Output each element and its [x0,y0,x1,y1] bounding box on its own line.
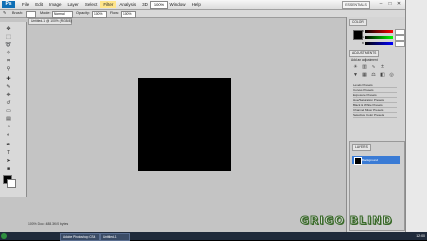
marquee-tool-icon[interactable]: ⬚ [4,34,13,40]
adjustment-icons-row-1: ☀ ▥ ∿ ± [352,65,386,70]
watermark: GRIGO BLIND [300,214,393,228]
red-slider[interactable] [365,30,393,33]
menu-bar: Ps File Edit Image Layer Select Filter A… [0,0,405,10]
canvas[interactable] [138,78,231,171]
screen: Ps File Edit Image Layer Select Filter A… [0,0,427,241]
menu: File Edit Image Layer Select Filter Anal… [19,1,204,8]
brush-label: Brush: [12,11,23,15]
app-logo: Ps [2,1,15,8]
flow-label: Flow: [110,11,120,15]
levels-icon[interactable]: ▥ [361,65,368,70]
vibrance-icon[interactable]: ▼ [352,73,359,78]
window-controls: – □ ✕ [377,1,403,7]
document-tab[interactable]: Untitled-1 @ 100% (RGB/8) [28,18,72,25]
layer-thumbnail [354,157,362,165]
green-slider[interactable] [365,36,393,39]
path-select-tool-icon[interactable]: ➤ [4,158,13,164]
flow-field[interactable]: 100% [121,11,136,18]
menu-image[interactable]: Image [46,1,65,8]
status-bar: 100% Doc: 488.3K/0 bytes [28,222,69,226]
menu-layer[interactable]: Layer [65,1,82,8]
lasso-tool-icon[interactable]: ➰ [4,42,13,48]
mode-label: Mode: [40,11,51,15]
preset-selective-color[interactable]: Selective Color Presets [353,113,397,118]
tab-layers[interactable]: LAYERS [352,144,371,151]
brush-tool-icon[interactable]: ✎ [4,84,13,90]
move-tool-icon[interactable]: ✥ [4,26,13,32]
channel-g-label: G [362,35,365,39]
mode-select[interactable]: Normal [52,11,73,18]
document-window: Untitled-1 @ 100% (RGB/8) 100% Doc: 488.… [28,18,343,226]
start-button[interactable] [1,233,7,239]
brush-tool-icon[interactable]: ✎ [3,11,6,16]
dodge-tool-icon[interactable]: ◐ [4,132,13,138]
blue-value-field[interactable] [395,41,405,47]
healing-brush-tool-icon[interactable]: ✚ [4,76,13,82]
quick-select-tool-icon[interactable]: ✧ [4,50,13,56]
menu-analysis[interactable]: Analysis [116,1,139,8]
shape-tool-icon[interactable]: ■ [4,166,13,172]
panel-dock: COLOR R G B ADJUSTMENTS Add an adjustmen… [346,17,405,232]
crop-tool-icon[interactable]: ⌗ [4,58,13,64]
blur-tool-icon[interactable]: ◔ [4,124,13,130]
clock: 12:00 [416,234,425,238]
channel-r-label: R [362,29,365,33]
opacity-field[interactable]: 100% [92,11,107,18]
exposure-icon[interactable]: ± [379,65,386,70]
adjustments-header: Add an adjustment [351,58,378,62]
tools-panel: ✥ ⬚ ➰ ✧ ⌗ ⚲ ✚ ✎ ⎈ ↺ ▭ ▤ ◔ ◐ ✒ T ➤ ■ [0,22,27,197]
type-tool-icon[interactable]: T [4,150,13,156]
eraser-tool-icon[interactable]: ▭ [4,108,13,114]
brush-picker[interactable] [26,11,36,18]
menu-help[interactable]: Help [189,1,204,8]
layer-name: Background [362,158,379,162]
blue-slider[interactable] [365,42,393,45]
menu-edit[interactable]: Edit [32,1,46,8]
close-button[interactable]: ✕ [395,1,403,7]
background-color-swatch[interactable] [7,179,16,188]
pen-tool-icon[interactable]: ✒ [4,142,13,148]
curves-icon[interactable]: ∿ [370,65,377,70]
gradient-tool-icon[interactable]: ▤ [4,116,13,122]
brightness-icon[interactable]: ☀ [352,65,359,70]
color-balance-icon[interactable]: ⚖ [370,73,377,78]
hue-saturation-icon[interactable]: ▦ [361,73,368,78]
photo-filter-icon[interactable]: ◎ [388,73,395,78]
tab-color[interactable]: COLOR [349,19,367,26]
options-bar: ✎ Brush: Mode: Normal Opacity: 100% Flow… [0,10,405,18]
history-brush-tool-icon[interactable]: ↺ [4,100,13,106]
menu-file[interactable]: File [19,1,32,8]
menu-window[interactable]: Window [167,1,189,8]
channel-b-label: B [362,41,365,45]
taskbar: Adobe Photoshop CS4 Untitled-1 12:00 [0,232,427,241]
tab-adjustments[interactable]: ADJUSTMENTS [349,50,380,57]
minimize-button[interactable]: – [377,1,385,7]
opacity-label: Opacity: [76,11,90,15]
clone-stamp-tool-icon[interactable]: ⎈ [4,92,13,98]
menu-filter[interactable]: Filter [100,1,117,8]
layer-row[interactable]: Background [352,156,400,165]
black-white-icon[interactable]: ◧ [379,73,386,78]
maximize-button[interactable]: □ [386,1,394,7]
menu-select[interactable]: Select [82,1,101,8]
workspace-switcher[interactable]: ESSENTIALS [342,1,370,9]
adjustment-icons-row-2: ▼ ▦ ⚖ ◧ ◎ [352,73,395,78]
right-scroll-area [405,0,427,232]
photoshop-window: Ps File Edit Image Layer Select Filter A… [0,0,405,232]
eyedropper-tool-icon[interactable]: ⚲ [4,66,13,72]
zoom-select[interactable]: 100% [150,1,168,9]
